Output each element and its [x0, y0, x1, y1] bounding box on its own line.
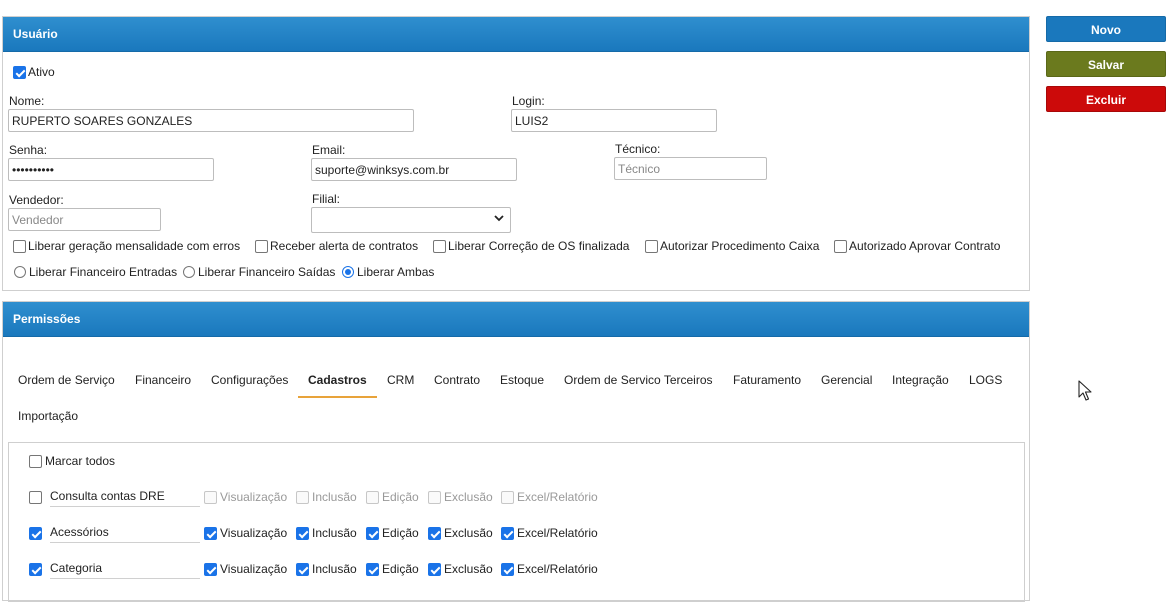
tab-crm[interactable]: CRM: [387, 373, 414, 387]
ativo-checkbox[interactable]: [13, 66, 26, 79]
edicao-checkbox[interactable]: [366, 491, 379, 504]
inclusao-label: Inclusão: [312, 490, 357, 504]
edicao-checkbox[interactable]: [366, 527, 379, 540]
inclusao-label: Inclusão: [312, 526, 357, 540]
edicao-label: Edição: [382, 526, 419, 540]
row-checkbox[interactable]: [29, 527, 42, 540]
exclusao-label: Exclusão: [444, 490, 493, 504]
tab-configuracoes[interactable]: Configurações: [211, 373, 288, 387]
row-checkbox[interactable]: [29, 491, 42, 504]
tab-estoque[interactable]: Estoque: [500, 373, 544, 387]
exclusao-label: Exclusão: [444, 526, 493, 540]
excel-relatorio-checkbox[interactable]: [501, 527, 514, 540]
mouse-cursor-icon: [1078, 380, 1092, 401]
inclusao-checkbox[interactable]: [296, 527, 309, 540]
radio-liberar-ambas[interactable]: [342, 266, 354, 278]
radio-financeiro-entradas[interactable]: [14, 266, 26, 278]
email-label: Email:: [312, 143, 346, 157]
login-field[interactable]: [511, 109, 717, 132]
liberar-correcao-checkbox[interactable]: [433, 240, 446, 253]
inclusao-checkbox[interactable]: [296, 563, 309, 576]
tab-financeiro[interactable]: Financeiro: [135, 373, 191, 387]
tab-ordem-de-servico[interactable]: Ordem de Serviço: [18, 373, 115, 387]
excel-relatorio-label: Excel/Relatório: [517, 562, 598, 576]
excluir-button[interactable]: Excluir: [1046, 86, 1166, 112]
nome-label: Nome:: [9, 94, 45, 108]
radio-financeiro-entradas-label: Liberar Financeiro Entradas: [29, 265, 178, 279]
tab-gerencial[interactable]: Gerencial: [821, 373, 872, 387]
tab-cadastros[interactable]: Cadastros: [308, 373, 367, 387]
row-checkbox[interactable]: [29, 563, 42, 576]
autorizar-procedimento-checkbox[interactable]: [645, 240, 658, 253]
edicao-checkbox[interactable]: [366, 563, 379, 576]
liberar-geracao-label: Liberar geração mensalidade com erros: [28, 239, 241, 253]
visualizacao-checkbox[interactable]: [204, 527, 217, 540]
email-field[interactable]: [311, 158, 517, 181]
marcar-todos-checkbox[interactable]: [29, 455, 42, 468]
nome-field[interactable]: [8, 109, 414, 132]
tecnico-label: Técnico:: [615, 142, 661, 156]
vendedor-field[interactable]: [8, 208, 161, 231]
visualizacao-label: Visualização: [220, 490, 288, 504]
tab-integracao[interactable]: Integração: [892, 373, 949, 387]
row-name: Consulta contas DRE: [50, 489, 200, 507]
senha-label: Senha:: [9, 143, 48, 157]
tab-ordem-servico-terceiros[interactable]: Ordem de Servico Terceiros: [564, 373, 713, 387]
row-name: Categoria: [50, 561, 200, 579]
filial-label: Filial:: [312, 192, 341, 206]
exclusao-checkbox[interactable]: [428, 491, 441, 504]
exclusao-checkbox[interactable]: [428, 563, 441, 576]
tecnico-field[interactable]: [614, 157, 767, 180]
radio-financeiro-saidas-label: Liberar Financeiro Saídas: [198, 265, 336, 279]
liberar-correcao-label: Liberar Correção de OS finalizada: [448, 239, 630, 253]
excel-relatorio-checkbox[interactable]: [501, 491, 514, 504]
receber-alerta-label: Receber alerta de contratos: [270, 239, 419, 253]
tab-faturamento[interactable]: Faturamento: [733, 373, 801, 387]
marcar-todos-label: Marcar todos: [45, 454, 116, 468]
liberar-geracao-checkbox[interactable]: [13, 240, 26, 253]
usuario-panel: Usuário Ativo Nome: Login: Senha: Email:…: [2, 16, 1030, 291]
vendedor-label: Vendedor:: [9, 193, 64, 207]
radio-liberar-ambas-label: Liberar Ambas: [357, 265, 435, 279]
tab-importacao[interactable]: Importação: [18, 409, 78, 423]
permissoes-panel-title: Permissões: [3, 302, 1029, 337]
row-name: Acessórios: [50, 525, 200, 543]
visualizacao-checkbox[interactable]: [204, 563, 217, 576]
salvar-button[interactable]: Salvar: [1046, 51, 1166, 77]
edicao-label: Edição: [382, 562, 419, 576]
autorizado-aprovar-label: Autorizado Aprovar Contrato: [849, 239, 1001, 253]
visualizacao-label: Visualização: [220, 562, 288, 576]
visualizacao-checkbox[interactable]: [204, 491, 217, 504]
autorizado-aprovar-checkbox[interactable]: [834, 240, 847, 253]
exclusao-label: Exclusão: [444, 562, 493, 576]
radio-financeiro-saidas[interactable]: [183, 266, 195, 278]
receber-alerta-checkbox[interactable]: [255, 240, 268, 253]
tab-active-underline: [298, 396, 377, 398]
login-label: Login:: [512, 94, 545, 108]
senha-field[interactable]: [8, 158, 214, 181]
filial-select[interactable]: [311, 207, 511, 233]
inclusao-label: Inclusão: [312, 562, 357, 576]
ativo-label: Ativo: [28, 65, 55, 79]
tab-contrato[interactable]: Contrato: [434, 373, 480, 387]
edicao-label: Edição: [382, 490, 419, 504]
tab-logs[interactable]: LOGS: [969, 373, 1002, 387]
permissoes-panel: Permissões Ordem de Serviço Financeiro C…: [2, 301, 1030, 602]
exclusao-checkbox[interactable]: [428, 527, 441, 540]
visualizacao-label: Visualização: [220, 526, 288, 540]
inclusao-checkbox[interactable]: [296, 491, 309, 504]
permissions-table: Marcar todos Consulta contas DRE Visuali…: [8, 442, 1025, 602]
excel-relatorio-checkbox[interactable]: [501, 563, 514, 576]
usuario-panel-title: Usuário: [3, 17, 1029, 52]
excel-relatorio-label: Excel/Relatório: [517, 490, 598, 504]
excel-relatorio-label: Excel/Relatório: [517, 526, 598, 540]
autorizar-procedimento-label: Autorizar Procedimento Caixa: [660, 239, 820, 253]
chevron-down-icon: [494, 215, 504, 222]
novo-button[interactable]: Novo: [1046, 16, 1166, 42]
